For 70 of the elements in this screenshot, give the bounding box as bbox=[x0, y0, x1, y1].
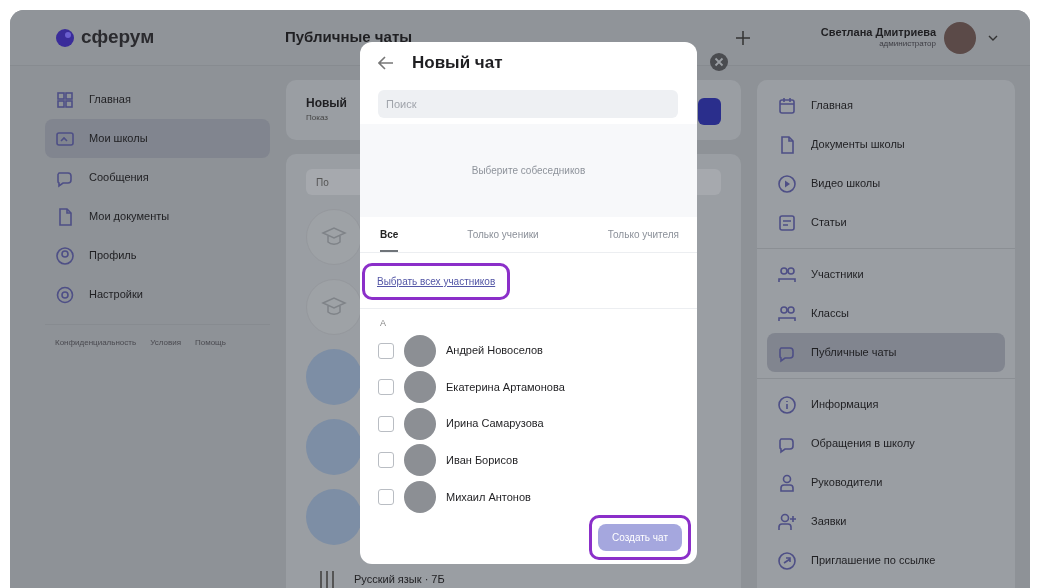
contact-avatar bbox=[404, 371, 436, 404]
chat-name: Русский язык · 7Б bbox=[354, 572, 445, 586]
nav-item[interactable]: Информация bbox=[767, 385, 1005, 424]
chat-avatar[interactable] bbox=[306, 349, 362, 405]
nav-item[interactable]: Классы bbox=[767, 294, 1005, 333]
people-icon bbox=[777, 264, 797, 285]
settings-icon bbox=[55, 284, 75, 305]
profile-icon bbox=[55, 245, 75, 266]
dialog-title: Новый чат bbox=[412, 52, 503, 75]
logo-text: сферум bbox=[81, 25, 155, 50]
user-avatar[interactable] bbox=[944, 21, 976, 54]
contact-avatar bbox=[404, 407, 436, 440]
chat-avatar[interactable] bbox=[306, 489, 362, 545]
nav-item[interactable]: Участники bbox=[767, 255, 1005, 294]
nav-item[interactable]: Видео школы bbox=[767, 164, 1005, 203]
chat-avatar[interactable] bbox=[306, 419, 362, 475]
play-icon bbox=[777, 173, 797, 194]
article-icon bbox=[777, 212, 797, 233]
back-arrow-icon[interactable] bbox=[378, 56, 394, 70]
contact-name: Екатерина Артамонова bbox=[446, 379, 565, 395]
people-icon bbox=[777, 303, 797, 324]
contact-avatar bbox=[404, 480, 436, 513]
checkbox[interactable] bbox=[378, 415, 394, 432]
plus-icon[interactable] bbox=[734, 29, 751, 46]
add-person-icon bbox=[777, 511, 797, 532]
tab[interactable]: Только учителя bbox=[607, 226, 679, 252]
checkbox[interactable] bbox=[378, 488, 394, 505]
checkbox[interactable] bbox=[378, 342, 394, 359]
close-icon[interactable] bbox=[709, 52, 729, 72]
page-title: Публичные чаты bbox=[285, 27, 414, 48]
action-button[interactable] bbox=[698, 98, 721, 125]
nav-item[interactable]: Главная bbox=[767, 86, 1005, 125]
user-role: администратор bbox=[878, 39, 936, 49]
nav-item[interactable]: Мои документы bbox=[45, 197, 270, 236]
nav-item[interactable]: Настройки bbox=[45, 275, 270, 314]
chat-subtitle: Показ bbox=[306, 112, 329, 124]
nav-item[interactable]: Обращения в школу bbox=[767, 424, 1005, 463]
checkbox[interactable] bbox=[378, 379, 394, 396]
contact-name: Ирина Самарузова bbox=[446, 416, 544, 432]
tab[interactable]: Только ученики bbox=[467, 226, 539, 252]
nav-item[interactable]: Сообщения bbox=[45, 158, 270, 197]
section-letter: А bbox=[360, 307, 697, 333]
nav-item[interactable]: Профиль bbox=[45, 236, 270, 275]
info-icon bbox=[777, 394, 797, 415]
nav-item[interactable]: Заявки bbox=[767, 502, 1005, 541]
nav-item[interactable]: Приглашение по ссылке bbox=[767, 541, 1005, 580]
person-icon bbox=[777, 472, 797, 493]
nav-item[interactable]: Главная bbox=[45, 80, 270, 119]
calendar-icon bbox=[777, 95, 797, 116]
grid-icon bbox=[55, 89, 75, 110]
tab[interactable]: Все bbox=[380, 226, 399, 252]
user-name: Светлана Дмитриева bbox=[820, 26, 936, 40]
nav-item[interactable]: Публичные чаты bbox=[767, 333, 1005, 372]
nav-item[interactable]: Руководители bbox=[767, 463, 1005, 502]
contact-name: Михаил Антонов bbox=[446, 489, 531, 505]
nav-item[interactable]: Мои школы bbox=[45, 119, 270, 158]
search-field[interactable]: Поиск bbox=[378, 90, 678, 118]
nav-item[interactable]: Статьи bbox=[767, 203, 1005, 242]
select-all-link[interactable]: Выбрать всех участников bbox=[362, 262, 511, 300]
link-icon bbox=[777, 550, 797, 571]
nav-item[interactable]: Документы школы bbox=[767, 125, 1005, 164]
chat-title: Новый bbox=[306, 95, 347, 112]
logo-icon bbox=[55, 27, 75, 48]
checkbox[interactable] bbox=[378, 452, 394, 469]
contact-name: Иван Борисов bbox=[446, 453, 519, 468]
contact-avatar bbox=[404, 334, 436, 367]
empty-hint: Выберите собеседников bbox=[471, 164, 586, 179]
contact-name: Андрей Новоселов bbox=[446, 343, 543, 359]
contact-avatar bbox=[404, 444, 436, 477]
caret-icon[interactable] bbox=[988, 34, 998, 41]
